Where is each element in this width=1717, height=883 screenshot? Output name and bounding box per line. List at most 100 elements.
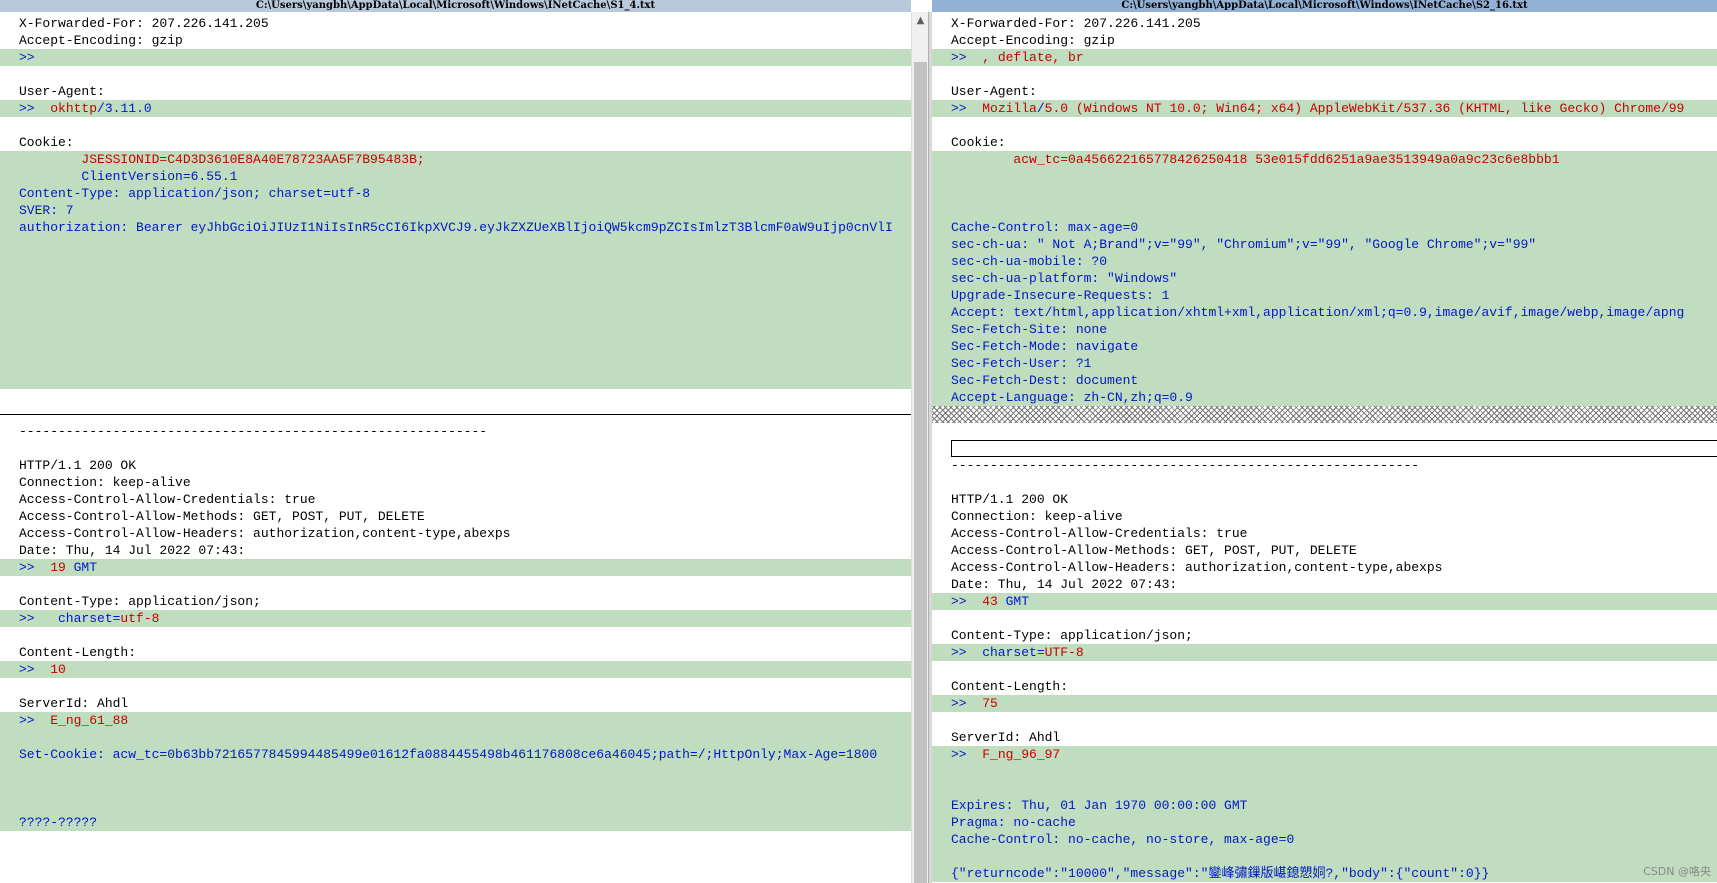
text-line[interactable] [0,627,911,644]
text-line[interactable]: Connection: keep-alive [0,474,911,491]
left-file-pane[interactable]: C:\Users\yangbh\AppData\Local\Microsoft\… [0,0,911,883]
scroll-up-icon[interactable]: ▲ [912,12,929,29]
diff-line[interactable]: sec-ch-ua-platform: "Windows" [932,270,1717,287]
diff-line[interactable]: >> , deflate, br [932,49,1717,66]
text-line[interactable] [0,117,911,134]
text-line[interactable] [0,678,911,695]
diff-line[interactable]: authorization: Bearer eyJhbGciOiJIUzI1Ni… [0,219,911,236]
diff-line[interactable]: Cache-Control: no-cache, no-store, max-a… [932,831,1717,848]
diff-line[interactable]: Pragma: no-cache [932,814,1717,831]
text-line[interactable]: Access-Control-Allow-Methods: GET, POST,… [0,508,911,525]
missing-line[interactable] [932,406,1717,423]
diff-line[interactable] [0,253,911,270]
text-line[interactable] [932,66,1717,83]
diff-line[interactable]: ClientVersion=6.55.1 [0,168,911,185]
diff-line[interactable]: >> F_ng_96_97 [932,746,1717,763]
text-line[interactable]: Access-Control-Allow-Headers: authorizat… [932,559,1717,576]
text-line[interactable]: ----------------------------------------… [0,423,911,440]
text-line[interactable]: Access-Control-Allow-Headers: authorizat… [0,525,911,542]
diff-line[interactable] [0,338,911,355]
diff-line[interactable]: Sec-Fetch-Site: none [932,321,1717,338]
text-line[interactable]: Content-Type: application/json; [932,627,1717,644]
text-line[interactable]: Date: Thu, 14 Jul 2022 07:43: [0,542,911,559]
text-line[interactable]: Content-Length: [0,644,911,661]
diff-line[interactable]: Expires: Thu, 01 Jan 1970 00:00:00 GMT [932,797,1717,814]
text-line[interactable]: ServerId: Ahdl [932,729,1717,746]
vertical-scrollbar[interactable]: ▲ [911,12,929,883]
text-line[interactable]: User-Agent: [0,83,911,100]
diff-line[interactable]: Cache-Control: max-age=0 [932,219,1717,236]
diff-line[interactable] [0,372,911,389]
diff-line[interactable] [0,797,911,814]
diff-line[interactable]: >> 10 [0,661,911,678]
diff-line[interactable]: ????-????? [0,814,911,831]
text-line[interactable]: HTTP/1.1 200 OK [0,457,911,474]
text-line[interactable]: Access-Control-Allow-Credentials: true [932,525,1717,542]
text-line[interactable]: HTTP/1.1 200 OK [932,491,1717,508]
text-line[interactable]: Date: Thu, 14 Jul 2022 07:43: [932,576,1717,593]
diff-line[interactable]: sec-ch-ua-mobile: ?0 [932,253,1717,270]
text-line[interactable] [0,440,911,457]
text-line[interactable]: Access-Control-Allow-Methods: GET, POST,… [932,542,1717,559]
text-line[interactable]: X-Forwarded-For: 207.226.141.205 [0,15,911,32]
diff-line[interactable]: >> E_ng_61_88 [0,712,911,729]
text-line[interactable]: Content-Type: application/json; [0,593,911,610]
right-file-pane[interactable]: C:\Users\yangbh\AppData\Local\Microsoft\… [932,0,1717,883]
diff-line[interactable]: Accept: text/html,application/xhtml+xml,… [932,304,1717,321]
text-line[interactable] [932,117,1717,134]
diff-line[interactable]: >> 19 GMT [0,559,911,576]
diff-line[interactable]: Sec-Fetch-Mode: navigate [932,338,1717,355]
diff-line[interactable]: >> 43 GMT [932,593,1717,610]
diff-line[interactable]: Sec-Fetch-Dest: document [932,372,1717,389]
text-line[interactable] [932,610,1717,627]
text-line[interactable]: Content-Length: [932,678,1717,695]
diff-line[interactable] [932,202,1717,219]
diff-line[interactable] [0,729,911,746]
text-line[interactable] [932,423,1717,440]
diff-line[interactable]: acw_tc=0a456622165778426250418 53e015fdd… [932,151,1717,168]
diff-line[interactable] [932,168,1717,185]
scroll-thumb[interactable] [914,62,927,883]
diff-line[interactable]: sec-ch-ua: " Not A;Brand";v="99", "Chrom… [932,236,1717,253]
text-line[interactable]: X-Forwarded-For: 207.226.141.205 [932,15,1717,32]
diff-line[interactable]: >> Mozilla/5.0 (Windows NT 10.0; Win64; … [932,100,1717,117]
text-line[interactable]: Connection: keep-alive [932,508,1717,525]
diff-line[interactable] [0,270,911,287]
diff-line[interactable]: >> okhttp/3.11.0 [0,100,911,117]
text-line[interactable] [0,66,911,83]
diff-line[interactable]: >> 75 [932,695,1717,712]
diff-line[interactable]: {"returncode":"10000","message":"鑾峰彇鏁版嵁鎴… [932,865,1717,882]
diff-line[interactable]: >> [0,49,911,66]
diff-line[interactable] [932,848,1717,865]
text-line[interactable]: ServerId: Ahdl [0,695,911,712]
diff-line[interactable]: Set-Cookie: acw_tc=0b63bb721657784599448… [0,746,911,763]
diff-line[interactable] [0,763,911,780]
diff-line[interactable]: >> charset=UTF-8 [932,644,1717,661]
text-line[interactable] [932,474,1717,491]
diff-line[interactable]: Accept-Language: zh-CN,zh;q=0.9 [932,389,1717,406]
text-line[interactable]: Accept-Encoding: gzip [932,32,1717,49]
diff-line[interactable]: SVER: 7 [0,202,911,219]
diff-line[interactable]: Upgrade-Insecure-Requests: 1 [932,287,1717,304]
text-line[interactable] [0,576,911,593]
right-file-content[interactable]: X-Forwarded-For: 207.226.141.205 Accept-E… [932,15,1717,882]
text-line[interactable]: Accept-Encoding: gzip [0,32,911,49]
text-line[interactable]: User-Agent: [932,83,1717,100]
diff-line[interactable] [0,780,911,797]
text-line[interactable] [932,661,1717,678]
diff-line[interactable] [0,287,911,304]
diff-line[interactable]: >> charset=utf-8 [0,610,911,627]
text-line[interactable]: ----------------------------------------… [932,457,1717,474]
diff-line[interactable] [0,304,911,321]
diff-line[interactable]: Sec-Fetch-User: ?1 [932,355,1717,372]
text-line[interactable]: Access-Control-Allow-Credentials: true [0,491,911,508]
diff-line[interactable] [0,321,911,338]
diff-line[interactable]: Content-Type: application/json; charset=… [0,185,911,202]
diff-line[interactable] [932,763,1717,780]
diff-line[interactable] [0,236,911,253]
diff-line[interactable]: JSESSIONID=C4D3D3610E8A40E78723AA5F7B954… [0,151,911,168]
diff-line[interactable] [932,185,1717,202]
diff-line[interactable] [932,780,1717,797]
diff-line[interactable] [0,355,911,372]
text-line[interactable] [0,389,911,406]
